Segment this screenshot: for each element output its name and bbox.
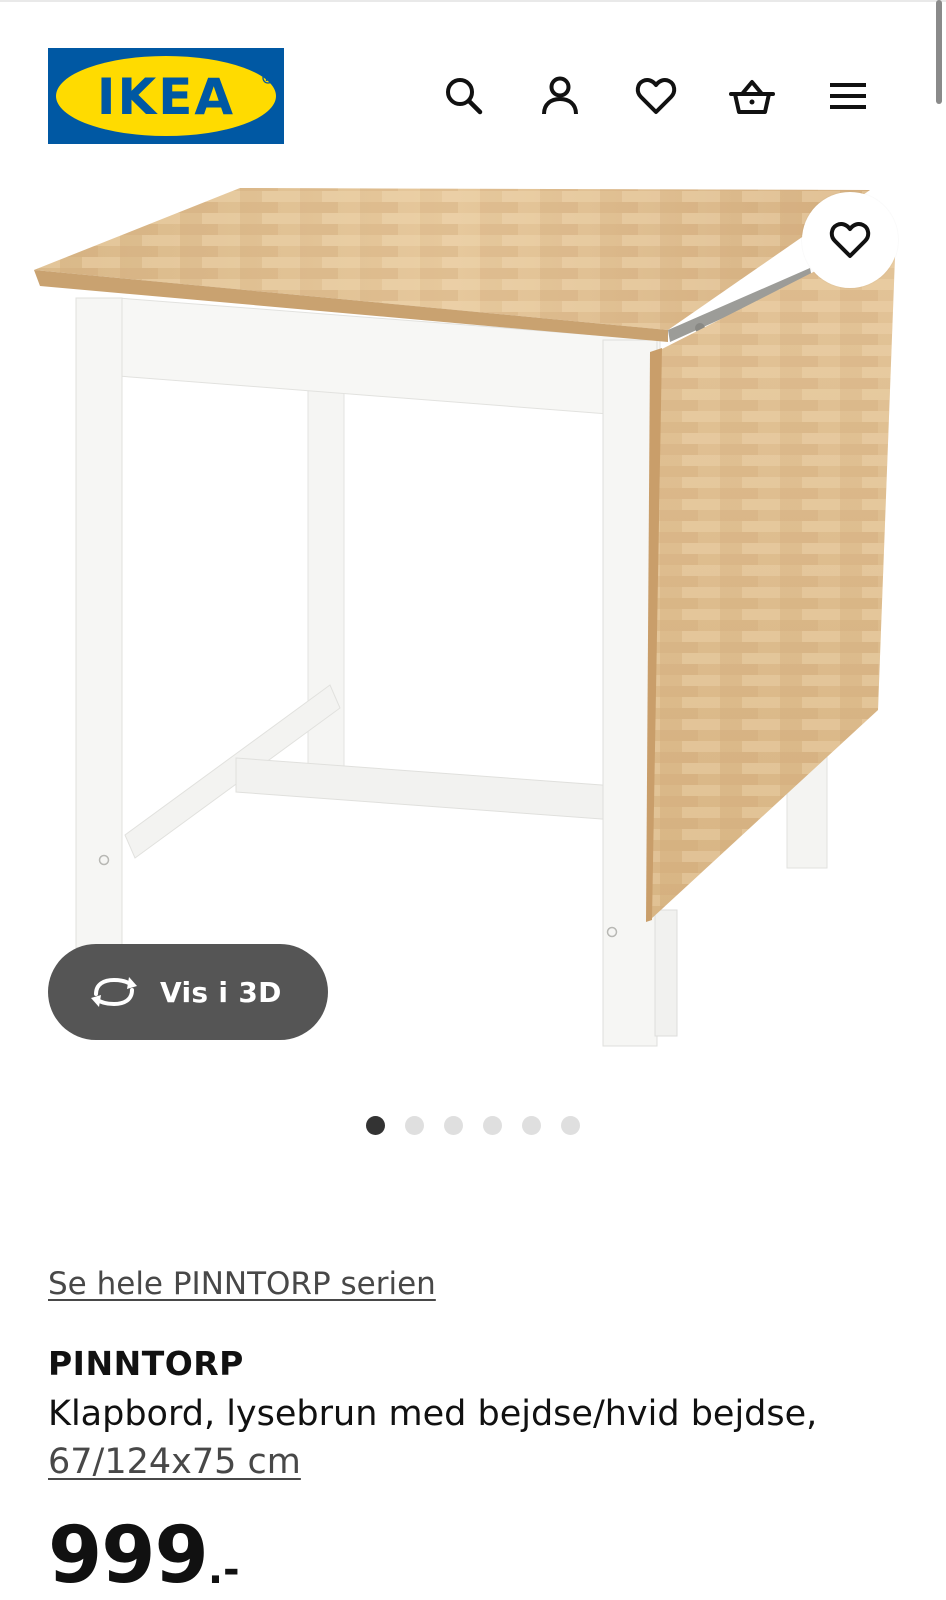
gallery-dot[interactable]	[483, 1116, 502, 1135]
account-button[interactable]	[536, 72, 584, 120]
add-to-favorites-button[interactable]	[802, 192, 898, 288]
wishlist-heart-icon	[635, 78, 677, 114]
logo-text: IKEA	[97, 68, 235, 126]
search-button[interactable]	[440, 72, 488, 120]
ikea-logo[interactable]: IKEA R	[48, 48, 284, 144]
ikea-logo-graphic: IKEA R	[48, 48, 284, 144]
product-name: PINNTORP	[48, 1344, 244, 1383]
menu-button[interactable]	[824, 72, 872, 120]
price-integer: 999	[48, 1511, 209, 1600]
rotate-3d-icon	[88, 972, 140, 1012]
scrollbar[interactable]	[936, 0, 942, 104]
product-price: 999 .-	[48, 1512, 240, 1600]
header-actions	[440, 72, 880, 122]
basket-button[interactable]	[728, 72, 776, 120]
view-in-3d-button[interactable]: Vis i 3D	[48, 944, 328, 1040]
svg-text:R: R	[265, 75, 271, 83]
product-description: Klapbord, lysebrun med bejdse/hvid bejds…	[48, 1390, 908, 1486]
view-in-3d-label: Vis i 3D	[160, 975, 282, 1009]
product-dimensions-link[interactable]: 67/124x75 cm	[48, 1442, 301, 1482]
gallery-dot[interactable]	[444, 1116, 463, 1135]
product-page: IKEA R Vis i 3D Se hele PINNTORP serien …	[0, 0, 946, 1600]
series-link[interactable]: Se hele PINNTORP serien	[48, 1266, 436, 1302]
menu-icon	[830, 83, 866, 109]
gallery-dot[interactable]	[366, 1116, 385, 1135]
basket-icon	[729, 80, 775, 114]
heart-outline-icon	[829, 222, 871, 258]
gallery-dot[interactable]	[405, 1116, 424, 1135]
gallery-dot[interactable]	[522, 1116, 541, 1135]
top-divider	[0, 0, 946, 2]
product-description-text: Klapbord, lysebrun med bejdse/hvid bejds…	[48, 1394, 818, 1434]
search-icon	[446, 78, 483, 115]
account-icon	[542, 76, 578, 115]
gallery-dot[interactable]	[561, 1116, 580, 1135]
gallery-pagination	[0, 1116, 946, 1135]
wishlist-button[interactable]	[632, 72, 680, 120]
price-suffix: .-	[207, 1547, 240, 1593]
